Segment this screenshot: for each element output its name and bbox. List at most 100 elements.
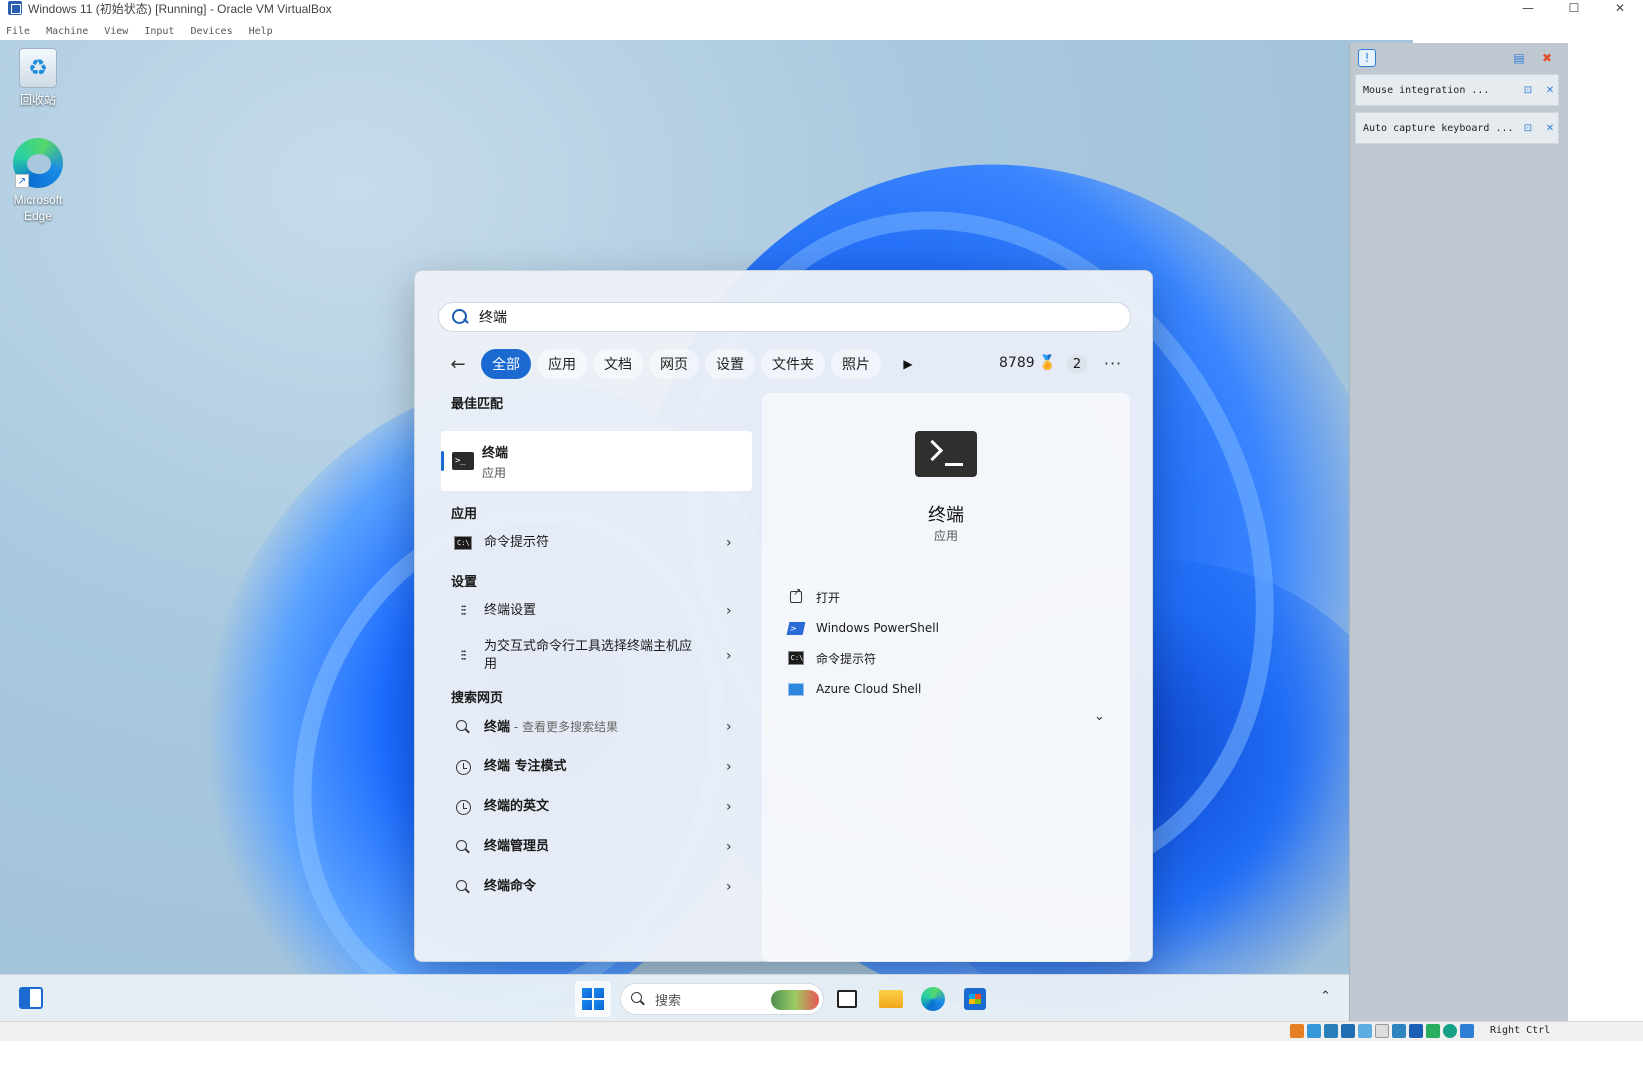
vbox-menubar: File Machine View Input Devices Help (0, 22, 1643, 40)
help-icon[interactable]: ⊡ (1521, 83, 1535, 97)
list-item-web-0[interactable]: 终端 - 查看更多搜索结果 › (441, 707, 753, 747)
edge-taskbar-button[interactable] (917, 983, 949, 1015)
menu-help[interactable]: Help (249, 26, 273, 37)
search-input[interactable] (479, 309, 1079, 325)
action-open[interactable]: 打开 (788, 585, 840, 609)
guest-taskbar: 搜索 ⌃ (0, 974, 1349, 1021)
mouse-integration-icon[interactable] (1443, 1024, 1457, 1038)
notification-icon[interactable]: ! (1358, 49, 1376, 67)
usb-icon[interactable] (1358, 1024, 1372, 1038)
tab-settings[interactable]: 设置 (705, 349, 755, 379)
more-options-icon[interactable]: ··· (1103, 351, 1123, 375)
list-item-terminal-host[interactable]: ⫶⫶ 为交互式命令行工具选择终端主机应用 › (441, 631, 753, 681)
best-match-card[interactable]: >_ 终端 应用 (441, 431, 752, 491)
action-azure-cloud-shell[interactable]: Azure Cloud Shell (788, 677, 921, 701)
keyboard-capture-icon[interactable] (1460, 1024, 1474, 1038)
cpu-icon[interactable] (1426, 1024, 1440, 1038)
chevron-right-icon: › (726, 839, 732, 855)
task-view-button[interactable] (831, 983, 863, 1015)
open-icon (790, 587, 802, 603)
close-icon[interactable]: ✕ (1543, 83, 1557, 97)
taskbar-search-placeholder: 搜索 (655, 993, 682, 1009)
file-explorer-button[interactable] (875, 983, 907, 1015)
recording-icon[interactable] (1409, 1024, 1423, 1038)
windows-logo-icon (582, 988, 604, 1010)
minimize-button[interactable]: — (1505, 0, 1551, 16)
close-icon[interactable]: ✕ (1543, 121, 1557, 135)
desktop-icon-recycle-bin[interactable]: ♻ 回收站 (0, 48, 76, 108)
filter-tabs: ← 全部 应用 文档 网页 设置 文件夹 照片 ▶ (445, 349, 921, 379)
maximize-button[interactable]: ☐ (1551, 0, 1597, 16)
tab-documents[interactable]: 文档 (593, 349, 643, 379)
window-controls: — ☐ ✕ (1505, 0, 1643, 16)
network-icon[interactable] (1341, 1024, 1355, 1038)
menu-view[interactable]: View (104, 26, 128, 37)
start-button[interactable] (575, 981, 611, 1017)
desktop-icon-edge[interactable]: ↗ Microsoft Edge (0, 138, 76, 224)
section-web: 搜索网页 (451, 690, 504, 706)
dismiss-all-icon[interactable]: ✖ (1538, 49, 1556, 67)
task-view-icon (837, 990, 857, 1008)
chevron-right-icon: › (726, 759, 732, 775)
action-label: Windows PowerShell (816, 621, 939, 635)
search-icon (631, 992, 645, 1006)
help-icon[interactable]: ⊡ (1521, 121, 1535, 135)
tab-photos[interactable]: 照片 (831, 349, 881, 379)
list-item-web-4[interactable]: 终端命令 › (441, 867, 753, 907)
list-item-web-2[interactable]: 终端的英文 › (441, 787, 753, 827)
terminal-icon (915, 431, 977, 477)
taskbar-search[interactable]: 搜索 (620, 983, 824, 1015)
display-icon[interactable] (1392, 1024, 1406, 1038)
settings-sliders-icon: ⫶⫶ (460, 603, 467, 619)
menu-input[interactable]: Input (144, 26, 174, 37)
action-label: 打开 (816, 590, 841, 605)
optical-drive-icon[interactable] (1307, 1024, 1321, 1038)
menu-file[interactable]: File (6, 26, 30, 37)
store-button[interactable] (959, 983, 991, 1015)
back-arrow-icon[interactable]: ← (445, 351, 471, 377)
tab-apps[interactable]: 应用 (537, 349, 587, 379)
search-icon (456, 880, 470, 894)
rewards-points[interactable]: 8789 🏅 (999, 355, 1056, 371)
chevron-down-icon[interactable]: ⌄ (1094, 709, 1105, 724)
terminal-icon: >_ (452, 452, 474, 470)
notification-badge[interactable]: 2 (1067, 354, 1087, 374)
chevron-right-icon: › (726, 603, 732, 619)
edge-icon (921, 987, 945, 1011)
close-button[interactable]: ✕ (1597, 0, 1643, 16)
cmd-icon: C:\ (787, 651, 805, 665)
hard-disk-icon[interactable] (1290, 1024, 1304, 1038)
host-key-label: Right Ctrl (1490, 1025, 1551, 1036)
shared-folders-icon[interactable] (1375, 1024, 1389, 1038)
more-tabs-play-icon[interactable]: ▶ (895, 351, 921, 377)
tab-folders[interactable]: 文件夹 (761, 349, 825, 379)
list-item-label-group: 终端 - 查看更多搜索结果 (484, 718, 694, 737)
desktop-icon-label: Microsoft Edge (13, 193, 63, 223)
action-cmd[interactable]: C:\ 命令提示符 (787, 646, 876, 670)
tab-all[interactable]: 全部 (481, 349, 531, 379)
notification-toolbar: ! ▤ ✖ (1350, 43, 1568, 73)
list-item-cmd[interactable]: C:\ 命令提示符 › (441, 523, 753, 563)
search-box[interactable] (438, 302, 1131, 332)
notification-card[interactable]: Auto capture keyboard ... ⊡ ✕ (1355, 112, 1559, 144)
list-item-terminal-settings[interactable]: ⫶⫶ 终端设置 › (441, 591, 753, 631)
tab-web[interactable]: 网页 (649, 349, 699, 379)
list-item-label: 终端命令 (484, 879, 537, 894)
detail-subtitle: 应用 (933, 529, 958, 543)
chevron-right-icon: › (726, 879, 732, 895)
chevron-right-icon: › (726, 648, 732, 664)
action-powershell[interactable]: > Windows PowerShell (786, 616, 939, 640)
widgets-icon[interactable] (19, 987, 43, 1009)
toggle-sort-icon[interactable]: ▤ (1510, 49, 1528, 67)
menu-machine[interactable]: Machine (46, 26, 88, 37)
list-item-web-1[interactable]: 终端 专注模式 › (441, 747, 753, 787)
desktop-icon-label: 回收站 (19, 93, 56, 107)
chevron-right-icon: › (726, 535, 732, 551)
show-hidden-icons-chevron-icon[interactable]: ⌃ (1320, 989, 1331, 1004)
menu-devices[interactable]: Devices (190, 26, 232, 37)
chevron-right-icon: › (726, 799, 732, 815)
audio-icon[interactable] (1324, 1024, 1338, 1038)
list-item-web-3[interactable]: 终端管理员 › (441, 827, 753, 867)
list-item-label: 终端的英文 (484, 799, 550, 814)
notification-card[interactable]: Mouse integration ... ⊡ ✕ (1355, 74, 1559, 106)
